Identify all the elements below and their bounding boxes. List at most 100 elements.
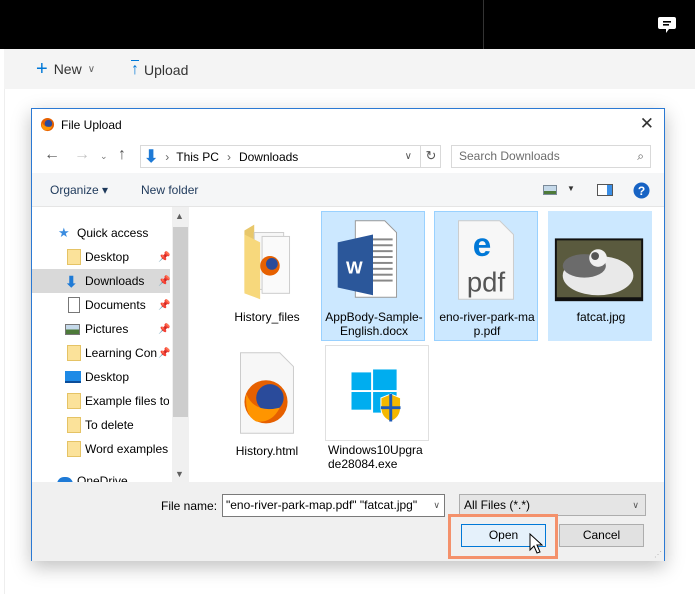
svg-text:e: e bbox=[473, 227, 492, 264]
breadcrumb-this-pc[interactable]: This PC bbox=[176, 150, 219, 164]
sidebar-item-desktop[interactable]: Desktop 📌 bbox=[32, 245, 170, 269]
folder-icon bbox=[67, 393, 81, 409]
pin-icon[interactable]: 📌 bbox=[158, 348, 170, 359]
svg-text:?: ? bbox=[638, 184, 645, 198]
refresh-icon: ↻ bbox=[425, 148, 437, 163]
desktop-icon bbox=[65, 371, 81, 383]
close-button[interactable]: ✕ bbox=[640, 114, 654, 134]
file-item[interactable]: Windows10Upgrade28084.exe bbox=[325, 345, 429, 471]
back-arrow-icon[interactable]: ← bbox=[44, 146, 60, 164]
resize-grip-icon[interactable]: ⋰ bbox=[654, 550, 662, 559]
documents-icon bbox=[68, 297, 80, 313]
word-document-icon: W bbox=[337, 220, 398, 298]
sidebar-item-learning-con[interactable]: Learning Con 📌 bbox=[32, 341, 170, 365]
file-item[interactable]: W AppBody-Sample-English.docx bbox=[321, 211, 425, 341]
file-upload-dialog: File Upload ✕ ← → ⌄ ↑ ⬇ › This PC › Down… bbox=[31, 108, 665, 561]
address-dropdown-icon[interactable]: ∨ bbox=[405, 151, 412, 162]
organize-button[interactable]: Organize ▾ bbox=[50, 183, 108, 197]
breadcrumb-separator: › bbox=[165, 149, 170, 164]
file-item[interactable]: History.html bbox=[214, 345, 318, 475]
sidebar-item-label: OneDrive bbox=[77, 474, 128, 482]
address-bar-row: ← → ⌄ ↑ ⬇ › This PC › Downloads ∨ ↻ Sear… bbox=[32, 141, 664, 171]
file-name-value: "eno-river-park-map.pdf" "fatcat.jpg" bbox=[226, 498, 418, 512]
cancel-button[interactable]: Cancel bbox=[559, 524, 644, 547]
pin-icon[interactable]: 📌 bbox=[158, 300, 170, 311]
chat-feedback-icon[interactable] bbox=[657, 14, 677, 34]
chevron-down-icon: ∨ bbox=[87, 63, 96, 75]
file-name: fatcat.jpg bbox=[576, 310, 626, 324]
folder-icon bbox=[67, 345, 81, 361]
sidebar-item-label: Desktop bbox=[85, 370, 130, 384]
scroll-up-icon[interactable]: ▲ bbox=[175, 211, 184, 221]
file-name: eno-river-park-map.pdf bbox=[439, 310, 535, 338]
sidebar-item-desktop-2[interactable]: Desktop bbox=[32, 365, 170, 389]
sidebar-item-label: To delete bbox=[85, 418, 134, 432]
sidebar-item-quick-access[interactable]: ★ Quick access bbox=[32, 221, 170, 245]
file-type-value: All Files (*.*) bbox=[464, 498, 531, 512]
pictures-icon bbox=[65, 323, 80, 335]
scroll-down-icon[interactable]: ▼ bbox=[175, 469, 184, 479]
sidebar-item-label: Quick access bbox=[77, 226, 149, 240]
pin-icon[interactable]: 📌 bbox=[158, 252, 170, 263]
file-name-label: File name: bbox=[161, 499, 218, 513]
folder-icon bbox=[67, 441, 81, 457]
dialog-footer: File name: "eno-river-park-map.pdf" "fat… bbox=[32, 482, 664, 561]
new-button[interactable]: + New ∨ bbox=[36, 58, 96, 80]
pin-icon[interactable]: 📌 bbox=[158, 324, 170, 335]
chevron-down-icon[interactable]: ∨ bbox=[433, 495, 440, 516]
breadcrumb-downloads[interactable]: Downloads bbox=[239, 150, 298, 164]
view-options-icon[interactable] bbox=[543, 185, 557, 195]
file-name: AppBody-Sample-English.docx bbox=[325, 310, 423, 338]
breadcrumb-separator: › bbox=[226, 149, 231, 164]
up-arrow-icon[interactable]: ↑ bbox=[118, 146, 126, 164]
sidebar-item-label: Example files to bbox=[85, 394, 169, 408]
scrollbar-thumb[interactable] bbox=[173, 227, 188, 417]
sidebar-item-pictures[interactable]: Pictures 📌 bbox=[32, 317, 170, 341]
dialog-toolbar: Organize ▾ New folder ▼ ? bbox=[32, 173, 664, 207]
breadcrumb[interactable]: ⬇ › This PC › Downloads ∨ bbox=[140, 145, 441, 168]
firefox-icon bbox=[40, 117, 55, 132]
pin-icon[interactable]: 📌 bbox=[158, 276, 170, 287]
sidebar-item-downloads[interactable]: ⬇ Downloads 📌 bbox=[32, 269, 170, 293]
sidebar-item-label: Documents bbox=[85, 298, 146, 312]
folder-with-files-icon bbox=[244, 224, 291, 300]
new-label: New bbox=[53, 61, 82, 77]
search-input[interactable]: Search Downloads ⌕ bbox=[451, 145, 651, 168]
new-folder-button[interactable]: New folder bbox=[141, 183, 198, 197]
sidebar-scrollbar[interactable]: ▲ ▼ bbox=[172, 207, 189, 482]
file-type-select[interactable]: All Files (*.*) ∨ bbox=[459, 494, 646, 516]
sidebar-item-label: Word examples f bbox=[85, 442, 169, 456]
firefox-html-icon bbox=[240, 352, 294, 434]
navigation-pane: ★ Quick access Desktop 📌 ⬇ Downloads 📌 D… bbox=[32, 207, 189, 482]
help-icon[interactable]: ? bbox=[633, 182, 650, 199]
sidebar-item-documents[interactable]: Documents 📌 bbox=[32, 293, 170, 317]
download-icon: ⬇ bbox=[65, 274, 78, 291]
view-dropdown-icon[interactable]: ▼ bbox=[567, 184, 575, 193]
file-item[interactable]: e pdf eno-river-park-map.pdf bbox=[434, 211, 538, 341]
sidebar-item-example-files[interactable]: Example files to bbox=[32, 389, 170, 413]
upload-button[interactable]: ↑ Upload bbox=[131, 61, 188, 79]
file-name: History_files bbox=[234, 310, 300, 324]
search-icon: ⌕ bbox=[637, 149, 644, 163]
file-name-input[interactable]: "eno-river-park-map.pdf" "fatcat.jpg" ∨ bbox=[222, 494, 445, 517]
recent-locations-chevron-icon[interactable]: ⌄ bbox=[100, 151, 108, 162]
command-bar: + New ∨ ↑ Upload bbox=[4, 49, 695, 89]
plus-icon: + bbox=[36, 58, 48, 80]
sidebar-item-word-examples[interactable]: Word examples f bbox=[32, 437, 170, 461]
sidebar-item-onedrive[interactable]: OneDrive bbox=[32, 469, 170, 482]
sidebar-item-label: Pictures bbox=[85, 322, 129, 336]
refresh-button[interactable]: ↻ bbox=[420, 145, 441, 168]
folder-icon bbox=[67, 417, 81, 433]
file-item[interactable]: fatcat.jpg bbox=[548, 211, 652, 341]
upload-icon: ↑ bbox=[131, 61, 139, 78]
sidebar-item-label: Desktop bbox=[85, 250, 130, 264]
sidebar-item-label: Downloads bbox=[85, 274, 145, 288]
forward-arrow-icon[interactable]: → bbox=[74, 146, 90, 164]
pdf-edge-icon: e pdf bbox=[458, 220, 514, 300]
file-name: History.html bbox=[235, 444, 299, 458]
file-item[interactable]: History_files bbox=[214, 211, 318, 341]
sidebar-item-label: Learning Con bbox=[85, 346, 158, 360]
preview-pane-icon[interactable] bbox=[597, 184, 613, 196]
dialog-title: File Upload bbox=[61, 118, 122, 132]
sidebar-item-to-delete[interactable]: To delete bbox=[32, 413, 170, 437]
